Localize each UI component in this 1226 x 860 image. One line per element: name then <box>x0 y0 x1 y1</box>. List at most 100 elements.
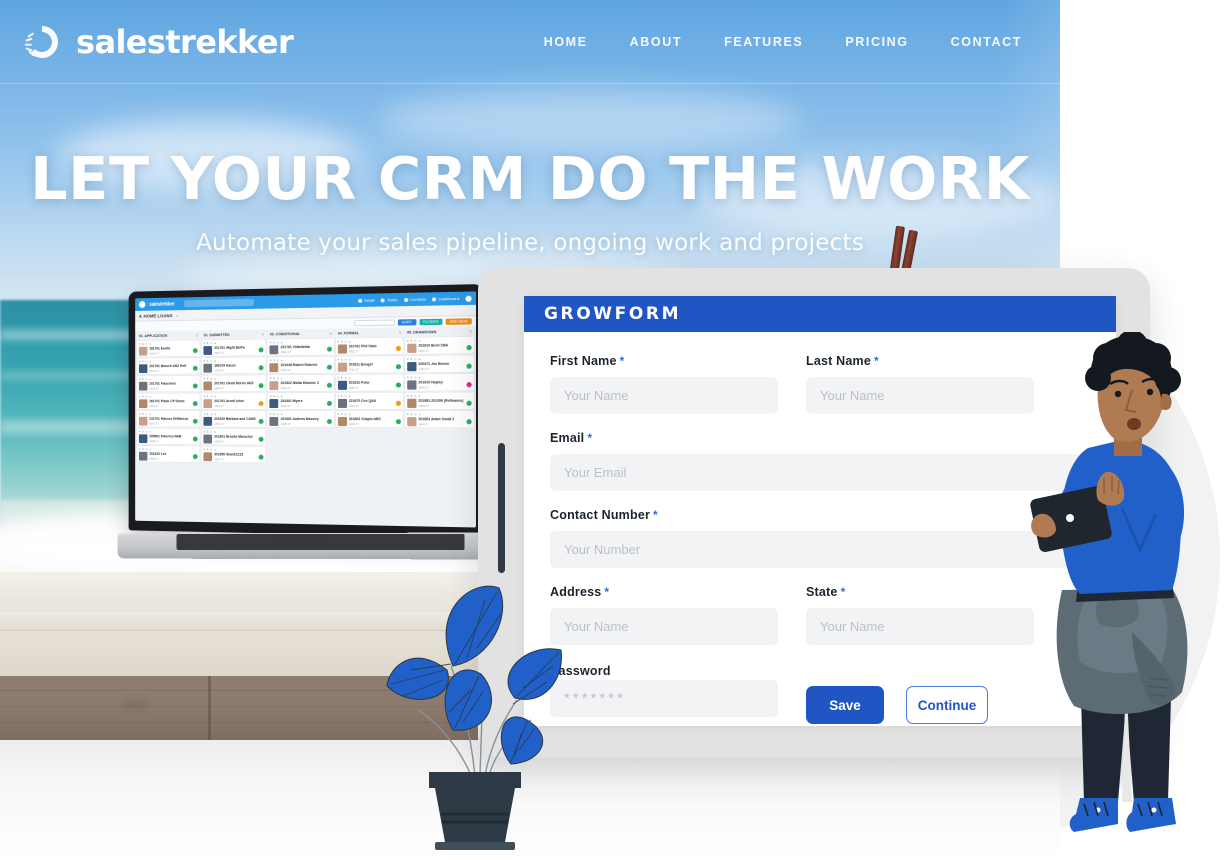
crm-card-meta: 1706.17 <box>418 366 429 371</box>
nav-link-home[interactable]: HOME <box>544 35 588 49</box>
crm-card-tags: # $ ◷ ● <box>204 412 264 415</box>
crm-card-meta: 1705.17 <box>280 367 291 372</box>
crm-topbar-item-contacts[interactable]: Contacts <box>403 297 426 303</box>
crm-card-meta: 1502.17 <box>280 403 291 408</box>
crm-card-tags: # $ ◷ ● <box>204 395 264 398</box>
crm-card-tag: ● <box>348 358 351 362</box>
crm-card-meta: 1507.17 <box>214 421 224 426</box>
crm-card-tags: # $ ◷ ● <box>139 447 198 450</box>
crm-card-tag: ◷ <box>145 412 148 416</box>
crm-card-avatar <box>406 398 417 408</box>
first-name-input[interactable] <box>550 377 778 414</box>
crm-deal-card[interactable]: # $ ◷ ● 201681-201206 (Refinance) 1504.17 <box>404 392 474 409</box>
crm-filters-button[interactable]: FILTERS <box>419 318 443 326</box>
crm-deal-card[interactable]: # $ ◷ ● 201603 Chapin ABC 1405.17 <box>335 411 403 428</box>
crm-card-tag: ● <box>214 430 216 434</box>
crm-card-avatar <box>138 398 148 408</box>
crm-deal-card[interactable]: # $ ◷ ● 281761 Evetts 1016.17 <box>137 340 200 357</box>
crm-search-input[interactable] <box>184 298 254 308</box>
crm-card-tags: # $ ◷ ● <box>338 358 401 362</box>
crm-deal-card[interactable]: # $ ◷ ● 201610 Lee 1509.17 <box>137 445 200 463</box>
crm-card-name: 201761 Arnell Ishin <box>214 398 244 403</box>
crm-card-body: 201648 Robert Roberts 1705.17 <box>269 362 332 372</box>
crm-sort-button[interactable]: SORT <box>397 319 416 326</box>
crm-topbar-item-deals[interactable]: Deals <box>358 298 375 303</box>
crm-deal-card[interactable]: # $ ◷ ● 201640 Barbara and CAMX 1507.17 <box>201 411 266 427</box>
crm-card-text: 200471 Joe Brown 1706.17 <box>418 361 464 371</box>
state-input[interactable] <box>806 608 1034 645</box>
crm-card-tag: # <box>203 430 205 434</box>
crm-filter-input[interactable] <box>353 319 395 327</box>
email-input[interactable] <box>550 454 1090 491</box>
last-name-input[interactable] <box>806 377 1034 414</box>
crm-deal-card[interactable]: # $ ◷ ● 201610 Peter 1606.17 <box>335 374 403 391</box>
crm-deal-card[interactable]: # $ ◷ ● 231701 Marcus DeMarcus 1607.17 <box>137 411 200 427</box>
crm-column-title: 05. DRAWDOWN <box>406 330 437 335</box>
crm-deal-card[interactable]: # $ ◷ ● 200471 Joe Brown 1706.17 <box>404 355 474 373</box>
nav-link-about[interactable]: ABOUT <box>630 35 682 49</box>
nav-link-contact[interactable]: CONTACT <box>951 35 1022 49</box>
crm-card-avatar <box>203 363 213 373</box>
crm-deal-card[interactable]: # $ ◷ ● 201761 Flaschner 1904.17 <box>137 375 200 392</box>
crm-deal-card[interactable]: # $ ◷ ● 201610 Hopley 1608.17 <box>404 373 474 391</box>
laptop-device: salestrekker Deals Tasks Contacts Dashbo… <box>110 284 496 568</box>
crm-deal-card[interactable]: # $ ◷ ● 201650 Shank1215 1307.17 <box>201 446 266 463</box>
crm-deal-card[interactable]: # $ ◷ ● 201610 Bevil CBA 1801.17 <box>404 336 474 354</box>
crm-deal-card[interactable]: # $ ◷ ● 201761 Phil Oaks 1802.17 <box>335 337 403 355</box>
address-input[interactable] <box>550 608 778 645</box>
crm-card-tag: # <box>406 357 409 361</box>
crm-deal-card[interactable]: # $ ◷ ● 201648 Robert Roberts 1705.17 <box>267 356 334 374</box>
continue-button[interactable]: Continue <box>906 686 988 724</box>
crm-card-tag: ● <box>149 447 151 451</box>
crm-deal-card[interactable]: # $ ◷ ● 201661 Andrew Mooney 1403.17 <box>267 411 334 428</box>
crm-deal-card[interactable]: # $ ◷ ● 186154 Kaiser 1709.17 <box>201 357 266 374</box>
nav-link-features[interactable]: FEATURES <box>724 35 803 49</box>
crm-deal-card[interactable]: # $ ◷ ● 261701 Plank CP Demo 1904.17 <box>137 393 200 410</box>
crm-card-text: 221670 Cen Q&A 1502.17 <box>349 398 394 407</box>
crm-column: 05. DRAWDOWN 6 # $ ◷ ● 201610 Bevil CBA 1801.17… <box>404 329 474 526</box>
save-button[interactable]: Save <box>806 686 884 724</box>
crm-card-body: 201822 Nikita Kfasmic 2 1604.17 <box>269 380 332 390</box>
crm-card-status-icon <box>395 345 401 351</box>
crm-card-status-icon <box>395 400 401 406</box>
crm-deal-card[interactable]: # $ ◷ ● 201761 Wipfli BUPa 1901.17 <box>201 339 266 356</box>
crm-card-tag: $ <box>142 359 144 363</box>
crm-column-count: 6 <box>262 332 264 337</box>
crm-card-text: 201610 Lee 1509.17 <box>149 451 191 460</box>
crm-deal-card[interactable]: # $ ◷ ● 201601 Brooks Marschel 1409.17 <box>201 428 266 445</box>
crm-deal-card[interactable]: # $ ◷ ● 201761 Villanfolda 1808.17 <box>267 338 334 356</box>
crm-card-tag: ◷ <box>210 377 213 380</box>
crm-deal-card[interactable]: # $ ◷ ● 201761 Olivia Morris ANZ 1804.17 <box>201 375 266 392</box>
field-last-name: Last Name * <box>806 354 1034 414</box>
crm-deal-card[interactable]: # $ ◷ ● 201611 Bouget 1702.17 <box>335 356 403 373</box>
nav-link-pricing[interactable]: PRICING <box>845 35 908 49</box>
required-asterisk: * <box>587 431 593 445</box>
crm-card-avatar <box>337 380 347 390</box>
crm-deal-card[interactable]: # $ ◷ ● 205601 Palermo NAB 1606.17 <box>137 428 200 445</box>
crm-add-new-button[interactable]: ADD NEW <box>445 318 472 325</box>
crm-close-icon[interactable]: × <box>176 313 178 318</box>
crm-card-tag: ● <box>418 339 421 343</box>
crm-avatar-icon[interactable] <box>465 295 472 302</box>
crm-deal-card[interactable]: # $ ◷ ● 221670 Cen Q&A 1502.17 <box>335 392 403 409</box>
crm-deal-card[interactable]: # $ ◷ ● 203401 Myers 1502.17 <box>267 392 334 410</box>
crm-card-status-icon <box>466 363 472 369</box>
crm-deal-card[interactable]: # $ ◷ ● 201603 Adam Small 2 1404.17 <box>404 411 474 428</box>
crm-topbar-item-dashboard[interactable]: Dashboard <box>432 296 459 302</box>
form-header: GROWFORM <box>524 296 1116 332</box>
contact-number-input[interactable] <box>550 531 1090 568</box>
crm-deal-card[interactable]: # $ ◷ ● 201761 Baruch ANZ Refi 1610.17 <box>137 357 200 375</box>
crm-card-tag: ● <box>418 357 421 361</box>
crm-card-tag: # <box>138 377 141 381</box>
crm-deal-card[interactable]: # $ ◷ ● 201761 Arnell Ishin 1603.17 <box>201 393 266 410</box>
crm-card-tag: ◷ <box>145 342 148 346</box>
crm-card-tag: $ <box>206 430 209 434</box>
crm-topbar-item-tasks[interactable]: Tasks <box>380 297 398 302</box>
crm-card-tag: ● <box>280 340 283 344</box>
password-input[interactable] <box>550 680 778 717</box>
crm-card-name: 201610 Lee <box>149 451 167 456</box>
crm-card-body: 201610 Peter 1606.17 <box>337 380 401 390</box>
crm-deal-card[interactable]: # $ ◷ ● 201822 Nikita Kfasmic 2 1604.17 <box>267 374 334 392</box>
brand-logo-group[interactable]: salestrekker <box>22 22 294 62</box>
crm-card-name: 201610 Peter <box>348 380 370 385</box>
